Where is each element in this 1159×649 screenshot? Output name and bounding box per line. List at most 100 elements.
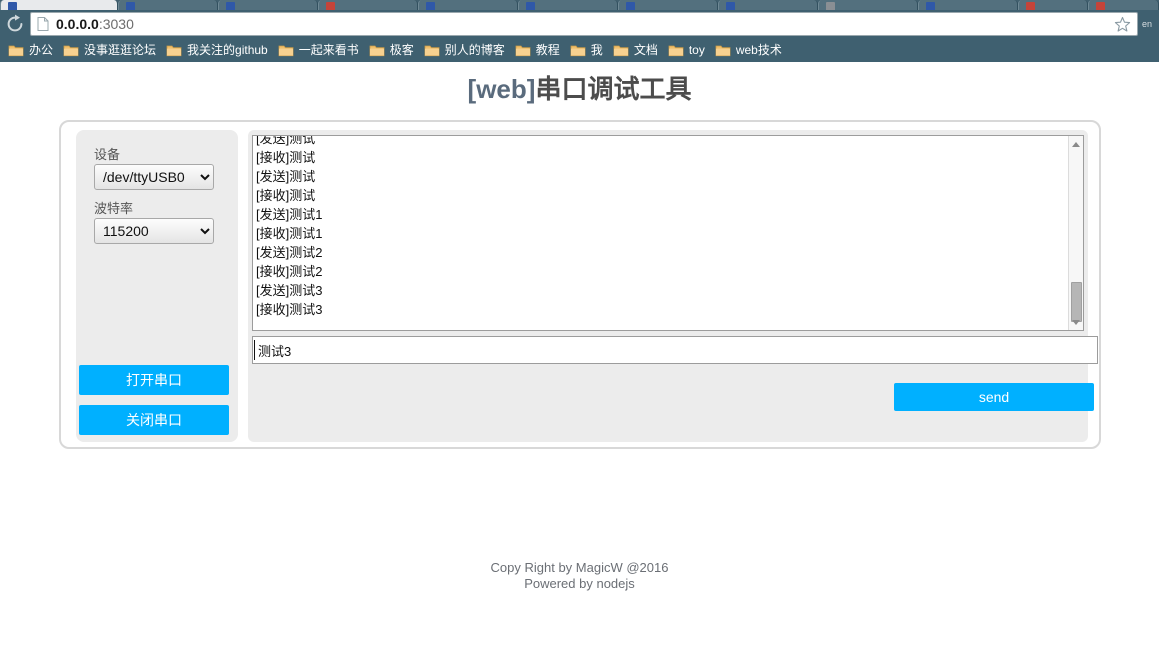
page-document-icon xyxy=(37,17,49,31)
page-viewport: [web]串口调试工具 设备 /dev/ttyUSB0 波特率 115200 打… xyxy=(0,62,1159,649)
log-line: [接收]测试2 xyxy=(256,264,323,279)
tab-favicon-icon xyxy=(1096,2,1105,10)
folder-icon xyxy=(515,44,531,57)
scroll-down-arrow-icon[interactable] xyxy=(1069,315,1083,329)
tab-favicon-icon xyxy=(426,2,435,10)
page-title: [web]串口调试工具 xyxy=(0,69,1159,106)
browser-tab-strip xyxy=(0,0,1159,10)
tab-favicon-icon xyxy=(326,2,335,10)
send-button[interactable]: send xyxy=(894,383,1094,411)
bookmark-item[interactable]: 极客 xyxy=(367,40,420,60)
serial-tool-panel: 设备 /dev/ttyUSB0 波特率 115200 打开串口 关闭串口 [发送… xyxy=(59,120,1101,449)
bookmark-label: toy xyxy=(688,43,705,57)
tab-favicon-icon xyxy=(726,2,735,10)
bookmark-item[interactable]: 一起来看书 xyxy=(276,40,365,60)
connection-controls-column: 设备 /dev/ttyUSB0 波特率 115200 打开串口 关闭串口 xyxy=(76,130,238,442)
bookmark-label: 极客 xyxy=(389,43,414,57)
bookmark-item[interactable]: 教程 xyxy=(513,40,566,60)
bookmark-label: 文档 xyxy=(633,43,658,57)
tab-favicon-icon xyxy=(226,2,235,10)
nodejs-link[interactable]: nodejs xyxy=(596,576,634,591)
folder-icon xyxy=(570,44,586,57)
folder-icon xyxy=(166,44,182,57)
browser-tab[interactable] xyxy=(818,0,918,10)
reload-icon[interactable] xyxy=(4,13,26,35)
folder-icon xyxy=(63,44,79,57)
bookmark-star-icon[interactable] xyxy=(1114,16,1131,33)
folder-icon xyxy=(369,44,385,57)
serial-log-area[interactable]: [发送]测试 [接收]测试 [发送]测试 [接收]测试 [发送]测试1 [接收]测试1 [发… xyxy=(252,135,1084,331)
scroll-up-arrow-icon[interactable] xyxy=(1069,137,1083,151)
browser-tab[interactable] xyxy=(118,0,218,10)
tab-favicon-icon xyxy=(626,2,635,10)
bookmark-item[interactable]: 我关注的github xyxy=(164,40,274,60)
browser-tab[interactable] xyxy=(318,0,418,10)
page-title-rest: 串口调试工具 xyxy=(535,74,692,104)
bookmark-item[interactable]: 没事逛逛论坛 xyxy=(61,40,162,60)
terminal-column: [发送]测试 [接收]测试 [发送]测试 [接收]测试 [发送]测试1 [接收]测试1 [发… xyxy=(248,130,1098,442)
tab-favicon-icon xyxy=(926,2,935,10)
browser-chrome: 0.0.0.0:3030 en 办公 没事逛逛论坛 我关注的github 一起来看书 极… xyxy=(0,0,1159,62)
bookmark-label: 没事逛逛论坛 xyxy=(84,43,157,57)
bookmark-label: 我关注的github xyxy=(187,43,268,57)
log-line: [接收]测试3 xyxy=(256,302,323,317)
browser-tab[interactable] xyxy=(0,0,118,10)
folder-icon xyxy=(668,44,684,57)
log-line: [发送]测试3 xyxy=(256,283,323,298)
language-indicator[interactable]: en xyxy=(1142,19,1159,39)
tab-favicon-icon xyxy=(1026,2,1035,10)
device-label: 设备 xyxy=(94,147,121,162)
open-serial-port-button[interactable]: 打开串口 xyxy=(79,365,229,395)
device-select[interactable]: /dev/ttyUSB0 xyxy=(94,164,214,190)
bookmark-label: 我 xyxy=(590,43,603,57)
browser-tab[interactable] xyxy=(1018,0,1088,10)
bookmark-item[interactable]: web技术 xyxy=(713,40,788,60)
copyright-text: Copy Right by MagicW @2016 xyxy=(490,560,669,575)
folder-icon xyxy=(424,44,440,57)
browser-tab[interactable] xyxy=(618,0,718,10)
url-bar[interactable]: 0.0.0.0:3030 xyxy=(30,12,1138,36)
close-serial-port-button[interactable]: 关闭串口 xyxy=(79,405,229,435)
browser-tab[interactable] xyxy=(918,0,1018,10)
browser-tab[interactable] xyxy=(518,0,618,10)
tab-favicon-icon xyxy=(126,2,135,10)
powered-by-text: Powered by nodejs xyxy=(0,576,1159,592)
browser-tab[interactable] xyxy=(418,0,518,10)
bookmark-label: 办公 xyxy=(29,43,54,57)
bookmark-item[interactable]: toy xyxy=(666,40,711,60)
serial-log-lines: [发送]测试 [接收]测试 [发送]测试 [接收]测试 [发送]测试1 [接收]测试1 [发… xyxy=(256,135,1056,319)
bookmark-label: web技术 xyxy=(735,43,782,57)
tab-favicon-icon xyxy=(8,2,17,10)
log-line: [接收]测试 xyxy=(256,150,316,165)
bookmark-item[interactable]: 文档 xyxy=(611,40,664,60)
bookmark-item[interactable]: 别人的博客 xyxy=(422,40,511,60)
baudrate-select[interactable]: 115200 xyxy=(94,218,214,244)
log-line: [接收]测试1 xyxy=(256,226,323,241)
url-host: 0.0.0.0 xyxy=(56,16,99,32)
panel-inner: 设备 /dev/ttyUSB0 波特率 115200 打开串口 关闭串口 [发送… xyxy=(76,130,1098,442)
send-text-input[interactable] xyxy=(252,336,1098,364)
log-line: [接收]测试 xyxy=(256,188,316,203)
browser-navigation-bar: 0.0.0.0:3030 en xyxy=(0,10,1159,38)
log-line: [发送]测试 xyxy=(256,135,316,146)
bookmarks-bar: 办公 没事逛逛论坛 我关注的github 一起来看书 极客 别人的博客 教程 我 文档 toy we… xyxy=(0,38,1159,62)
log-line: [发送]测试 xyxy=(256,169,316,184)
browser-tab[interactable] xyxy=(218,0,318,10)
page-footer: Copy Right by MagicW @2016 Powered by no… xyxy=(0,560,1159,592)
folder-icon xyxy=(715,44,731,57)
folder-icon xyxy=(278,44,294,57)
folder-icon xyxy=(8,44,24,57)
page-title-tag: [web] xyxy=(467,74,536,104)
bookmark-label: 教程 xyxy=(535,43,560,57)
tab-favicon-icon xyxy=(826,2,835,10)
folder-icon xyxy=(613,44,629,57)
text-cursor xyxy=(254,340,255,360)
url-text: 0.0.0.0:3030 xyxy=(56,17,134,31)
tab-favicon-icon xyxy=(526,2,535,10)
bookmark-label: 一起来看书 xyxy=(298,43,359,57)
bookmark-item[interactable]: 办公 xyxy=(6,40,59,60)
bookmark-item[interactable]: 我 xyxy=(568,40,609,60)
browser-tab[interactable] xyxy=(718,0,818,10)
log-scrollbar[interactable] xyxy=(1068,136,1083,330)
browser-tab[interactable] xyxy=(1088,0,1159,10)
